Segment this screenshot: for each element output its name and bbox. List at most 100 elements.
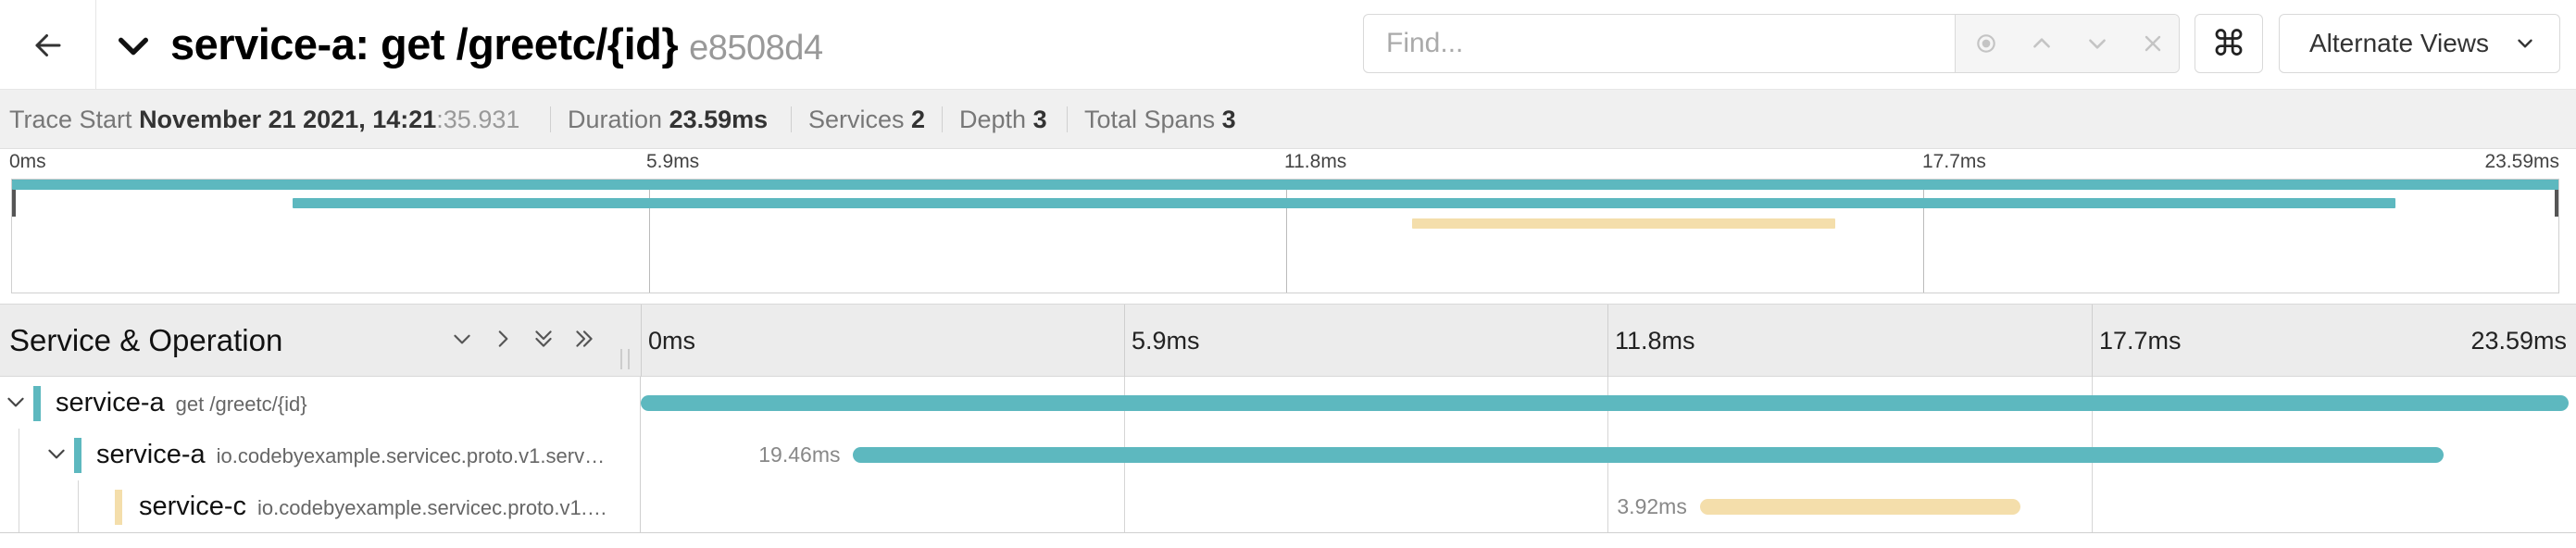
timeline-gridline <box>1124 480 1125 532</box>
chevron-down-icon <box>454 334 470 344</box>
timeline-gridline <box>1124 305 1125 377</box>
collapse-one-button[interactable] <box>448 325 476 353</box>
depth-label: Depth <box>959 106 1027 133</box>
next-match-button[interactable] <box>2082 28 2113 59</box>
depth-value: 3 <box>1032 106 1047 133</box>
minimap-span-bar <box>12 180 2558 190</box>
double-chevron-down-icon <box>535 330 552 347</box>
locate-match-button[interactable] <box>1970 28 2002 59</box>
total-spans: Total Spans 3 <box>1084 90 1236 149</box>
indent-guide <box>78 480 79 532</box>
service-color-marker <box>33 386 41 421</box>
span-row[interactable]: service-a get /greetc/{id} <box>0 377 2576 429</box>
depth: Depth 3 <box>959 90 1047 149</box>
chevron-down-icon[interactable] <box>44 442 69 466</box>
chevron-right-icon <box>498 330 508 347</box>
back-button[interactable] <box>0 0 96 90</box>
divider <box>1067 106 1068 132</box>
expand-all-button[interactable] <box>570 325 598 353</box>
column-resizer[interactable] <box>620 349 630 369</box>
duration: Duration 23.59ms <box>568 90 768 149</box>
timeline-gridline <box>1607 480 1608 532</box>
trace-header: service-a: get /greetc/{id} e8508d4 ⌘ Alt… <box>0 0 2576 90</box>
minimap-gridline <box>1286 180 1287 293</box>
span-timeline-cell[interactable]: 3.92ms <box>641 480 2576 532</box>
services-value: 2 <box>911 106 926 133</box>
clear-search-button[interactable] <box>2137 28 2169 59</box>
chevron-up-icon <box>2033 38 2050 48</box>
command-icon: ⌘ <box>2211 24 2246 64</box>
span-rows: service-a get /greetc/{id} service-a io.co… <box>0 377 2576 532</box>
span-operation-name: get /greetc/{id} <box>175 392 307 416</box>
close-icon <box>2145 35 2161 52</box>
span-service-name: service-a <box>56 388 165 417</box>
trace-title-text: service-a: get /greetc/{id} <box>170 19 679 68</box>
total-spans-label: Total Spans <box>1084 106 1216 133</box>
chevron-down-icon <box>2089 39 2106 49</box>
minimap-gridline <box>1923 180 1924 293</box>
prev-match-button[interactable] <box>2026 28 2057 59</box>
locate-icon <box>1977 34 1995 53</box>
span-service-operation: service-c io.codebyexample.servicec.proto… <box>139 480 607 532</box>
services-label: Services <box>808 106 905 133</box>
collapse-header-chevron-down-icon[interactable] <box>115 28 152 65</box>
minimap-tick-label: 23.59ms <box>2484 151 2559 172</box>
service-color-marker <box>115 490 122 525</box>
timeline-gridline <box>2092 480 2093 532</box>
minimap-tick-label: 5.9ms <box>646 151 700 172</box>
span-duration-label: 19.46ms <box>758 442 841 467</box>
minimap-tick-label: 17.7ms <box>1922 151 1986 172</box>
span-timeline-cell[interactable]: 19.46ms <box>641 429 2576 480</box>
collapse-all-button[interactable] <box>530 325 557 353</box>
span-bar[interactable] <box>1699 499 2020 515</box>
span-row[interactable]: service-c io.codebyexample.servicec.proto… <box>0 480 2576 532</box>
minimap-canvas[interactable] <box>11 179 2559 293</box>
span-name-cell[interactable]: service-a io.codebyexample.servicec.proto… <box>0 429 641 480</box>
span-service-operation: service-a get /greetc/{id} <box>56 377 307 429</box>
span-bar[interactable] <box>853 447 2444 463</box>
timeline-tick-label: 0ms <box>648 327 696 355</box>
chevron-down-icon <box>2518 39 2532 48</box>
search-input[interactable] <box>1364 15 1955 72</box>
minimap-tick-label: 11.8ms <box>1284 151 1347 172</box>
trace-start-value: November 21 2021, 14:21 <box>139 106 437 133</box>
keyboard-shortcuts-button[interactable]: ⌘ <box>2195 14 2263 73</box>
chevron-down-icon[interactable] <box>4 390 28 414</box>
span-name-cell[interactable]: service-c io.codebyexample.servicec.proto… <box>0 480 641 532</box>
divider <box>791 106 792 132</box>
span-bar[interactable] <box>641 395 2569 411</box>
expand-one-button[interactable] <box>489 325 517 353</box>
trace-start-seconds: :35.931 <box>436 106 520 133</box>
span-row[interactable]: service-a io.codebyexample.servicec.proto… <box>0 429 2576 480</box>
trace-start: Trace Start November 21 2021, 14:21:35.9… <box>9 90 519 149</box>
timeline-tick-label: 5.9ms <box>1132 327 1200 355</box>
trace-summary-bar: Trace Start November 21 2021, 14:21:35.9… <box>0 90 2576 149</box>
timeline-gridline <box>2092 305 2093 377</box>
service-operation-column-title: Service & Operation <box>9 323 283 357</box>
service-color-marker <box>74 438 81 473</box>
timeline-tick-label: 11.8ms <box>1615 327 1695 355</box>
timeline-header: Service & Operation 0ms 5.9ms 11.8ms 17.… <box>0 305 2576 377</box>
trace-minimap[interactable]: 0ms 5.9ms 11.8ms 17.7ms 23.59ms <box>0 149 2576 305</box>
timeline-tick-label: 17.7ms <box>2099 327 2182 355</box>
trace-title: service-a: get /greetc/{id} e8508d4 <box>170 17 823 72</box>
search-box <box>1363 14 2180 73</box>
span-duration-label: 3.92ms <box>1617 494 1687 518</box>
total-spans-value: 3 <box>1221 106 1236 133</box>
services-count: Services 2 <box>808 90 925 149</box>
double-chevron-right-icon <box>576 330 593 347</box>
arrow-left-icon <box>35 33 60 56</box>
trace-start-label: Trace Start <box>9 106 132 133</box>
span-service-operation: service-a io.codebyexample.servicec.proto… <box>96 429 605 480</box>
alternate-views-dropdown[interactable]: Alternate Views <box>2279 14 2560 73</box>
alternate-views-label: Alternate Views <box>2309 29 2490 57</box>
trace-id: e8508d4 <box>689 29 823 68</box>
span-service-name: service-a <box>96 440 206 469</box>
span-service-name: service-c <box>139 492 247 521</box>
divider <box>550 106 551 132</box>
span-timeline-cell[interactable] <box>641 377 2576 429</box>
duration-value: 23.59ms <box>669 106 769 133</box>
timeline-gridline <box>1607 305 1608 377</box>
span-name-cell[interactable]: service-a get /greetc/{id} <box>0 377 641 429</box>
minimap-tick-label: 0ms <box>9 151 46 172</box>
